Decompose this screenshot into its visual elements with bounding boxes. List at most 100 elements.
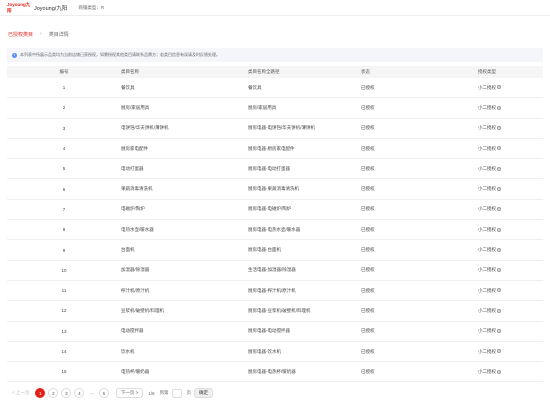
auth-type-text: 小二授权	[478, 206, 496, 212]
cell-index: 14	[61, 349, 67, 354]
help-icon[interactable]: ?	[497, 268, 501, 273]
table-row: 4 厨房家电配件 厨房电器-厨房家电配件 已授权 小二授权?	[7, 139, 543, 160]
top-header: Joyoung九阳 Joyoung/九阳 商铺类型：R	[0, 0, 550, 16]
breadcrumb-parent-link[interactable]: 已授权类目	[8, 31, 33, 38]
header-index: 编号	[59, 69, 69, 74]
cell-name: 电动打蛋器	[121, 165, 144, 171]
help-icon[interactable]: ?	[497, 186, 501, 191]
auth-type-text: 小二授权	[478, 307, 496, 313]
cell-path: 厨房电器-电饼铛/华夫饼机/薄饼机	[248, 125, 315, 131]
breadcrumb-current: 类目详情	[48, 31, 69, 38]
cell-name: 电饼铛/华夫饼机/薄饼机	[121, 125, 169, 131]
help-icon[interactable]: ?	[497, 207, 501, 212]
help-icon[interactable]: ?	[497, 288, 501, 293]
cell-status: 已授权	[361, 307, 375, 313]
cell-auth-type: 小二授权?	[478, 267, 543, 273]
cell-auth-type: 小二授权?	[478, 125, 543, 131]
next-page-button[interactable]: 下一页 >	[115, 388, 144, 398]
help-icon[interactable]: ?	[497, 126, 501, 131]
auth-type-text: 小二授权	[478, 287, 496, 293]
cell-auth-type: 小二授权?	[478, 85, 543, 91]
auth-type-text: 小二授权	[478, 267, 496, 273]
header-status: 状态	[361, 69, 370, 74]
cell-path: 厨房电器-电动搅拌器	[248, 328, 290, 334]
help-icon[interactable]: ?	[497, 329, 501, 334]
cell-auth-type: 小二授权?	[478, 369, 543, 375]
cell-index: 15	[61, 369, 67, 375]
table-row: 6 果蔬消毒清洗机 厨房电器-果蔬消毒清洗机 已授权 小二授权?	[7, 179, 543, 200]
cell-auth-type: 小二授权?	[478, 308, 543, 314]
help-icon[interactable]: ?	[497, 85, 501, 90]
page-last-button[interactable]: 6	[98, 388, 109, 398]
page-4-button[interactable]: 4	[74, 388, 85, 398]
cell-index: 11	[61, 288, 67, 294]
cell-index: 1	[62, 85, 66, 91]
cell-auth-type: 小二授权?	[478, 247, 543, 253]
help-icon[interactable]: ?	[497, 105, 501, 110]
table-row: 9 台面机 厨房电器-台面机 已授权 小二授权?	[7, 240, 543, 261]
cell-index: 3	[62, 125, 66, 131]
cell-name: 台面机	[121, 247, 135, 253]
jump-label: 到第	[159, 390, 169, 395]
cell-index: 8	[62, 227, 66, 233]
help-icon[interactable]: ?	[497, 146, 501, 151]
table-row: 2 厨房/家居用具 厨房/家居用具 已授权 小二授权?	[7, 98, 543, 119]
help-icon[interactable]: ?	[497, 227, 501, 232]
cell-status: 已授权	[361, 206, 375, 212]
cell-path: 厨房电器-厨房家电配件	[248, 145, 295, 151]
cell-path: 生活电器-加湿器/除湿器	[248, 267, 296, 273]
cell-auth-type: 小二授权?	[478, 206, 543, 212]
auth-type-text: 小二授权	[478, 368, 496, 374]
auth-type-text: 小二授权	[478, 328, 496, 334]
table-header: 编号 类目名称 类目名称全路径 状态 授权类型	[7, 66, 543, 78]
cell-path: 厨房/家居用具	[248, 104, 277, 110]
page-ellipsis: ···	[89, 390, 94, 396]
help-icon[interactable]: ?	[497, 369, 501, 374]
store-type: 商铺类型：R	[78, 4, 105, 10]
notice-banner: i 本列表中所展示品类均为当前店铺已获授权，如需授权其他类目请联系品牌方；若类目…	[7, 48, 543, 62]
page-jump-input[interactable]	[171, 388, 182, 398]
help-icon[interactable]: ?	[497, 349, 501, 354]
help-icon[interactable]: ?	[497, 308, 501, 313]
cell-status: 已授权	[361, 267, 375, 273]
cell-name: 电热水壶/暖水器	[121, 226, 154, 232]
cell-index: 9	[62, 247, 66, 253]
cell-index: 10	[61, 267, 67, 273]
cell-name: 加湿器/除湿器	[121, 267, 150, 273]
pagination: < 上一页 1 2 3 4 ··· 6 下一页 > 1/6 到第 页 确定	[12, 388, 214, 398]
cell-auth-type: 小二授权?	[478, 227, 543, 233]
table-row: 15 电热杯/暖奶器 厨房电器-电热杯/暖奶器 已授权 小二授权?	[7, 362, 543, 383]
prev-page-button[interactable]: < 上一页	[12, 390, 29, 396]
header-path: 类目名称全路径	[248, 69, 280, 74]
cell-path: 厨房电器-电动打蛋器	[248, 165, 290, 171]
page-3-button[interactable]: 3	[61, 388, 72, 398]
cell-path: 厨房电器-台面机	[248, 247, 281, 253]
cell-path: 厨房电器-豆浆机/破壁机/料理机	[248, 307, 311, 313]
table-row: 10 加湿器/除湿器 生活电器-加湿器/除湿器 已授权 小二授权?	[7, 261, 543, 281]
cell-status: 已授权	[361, 328, 375, 334]
cell-auth-type: 小二授权?	[478, 105, 543, 111]
auth-type-text: 小二授权	[478, 125, 496, 131]
cell-auth-type: 小二授权?	[478, 328, 543, 334]
cell-index: 13	[61, 328, 67, 334]
page-1-button[interactable]: 1	[35, 388, 46, 398]
cell-status: 已授权	[361, 186, 375, 192]
cell-status: 已授权	[361, 104, 375, 110]
breadcrumb-separator: ›	[40, 31, 42, 37]
help-icon[interactable]: ?	[497, 247, 501, 252]
cell-index: 12	[61, 308, 67, 314]
cell-auth-type: 小二授权?	[478, 146, 543, 152]
notice-text: 本列表中所展示品类均为当前店铺已获授权，如需授权其他类目请联系品牌方；若类目信息…	[20, 52, 220, 57]
auth-type-text: 小二授权	[478, 348, 496, 354]
cell-auth-type: 小二授权?	[478, 166, 543, 172]
page-2-button[interactable]: 2	[48, 388, 59, 398]
cell-path: 厨房电器-果蔬消毒清洗机	[248, 186, 299, 192]
cell-path: 餐饮具	[248, 84, 262, 90]
header-auth-type: 授权类型	[478, 69, 496, 74]
cell-path: 厨房电器-饮水机	[248, 348, 281, 354]
page-go-button[interactable]: 确定	[194, 388, 214, 398]
cell-index: 7	[62, 206, 66, 212]
help-icon[interactable]: ?	[497, 166, 501, 171]
cell-path: 厨房电器-电热水壶/暖水器	[248, 226, 301, 232]
brand-logo: Joyoung九阳	[7, 1, 31, 13]
